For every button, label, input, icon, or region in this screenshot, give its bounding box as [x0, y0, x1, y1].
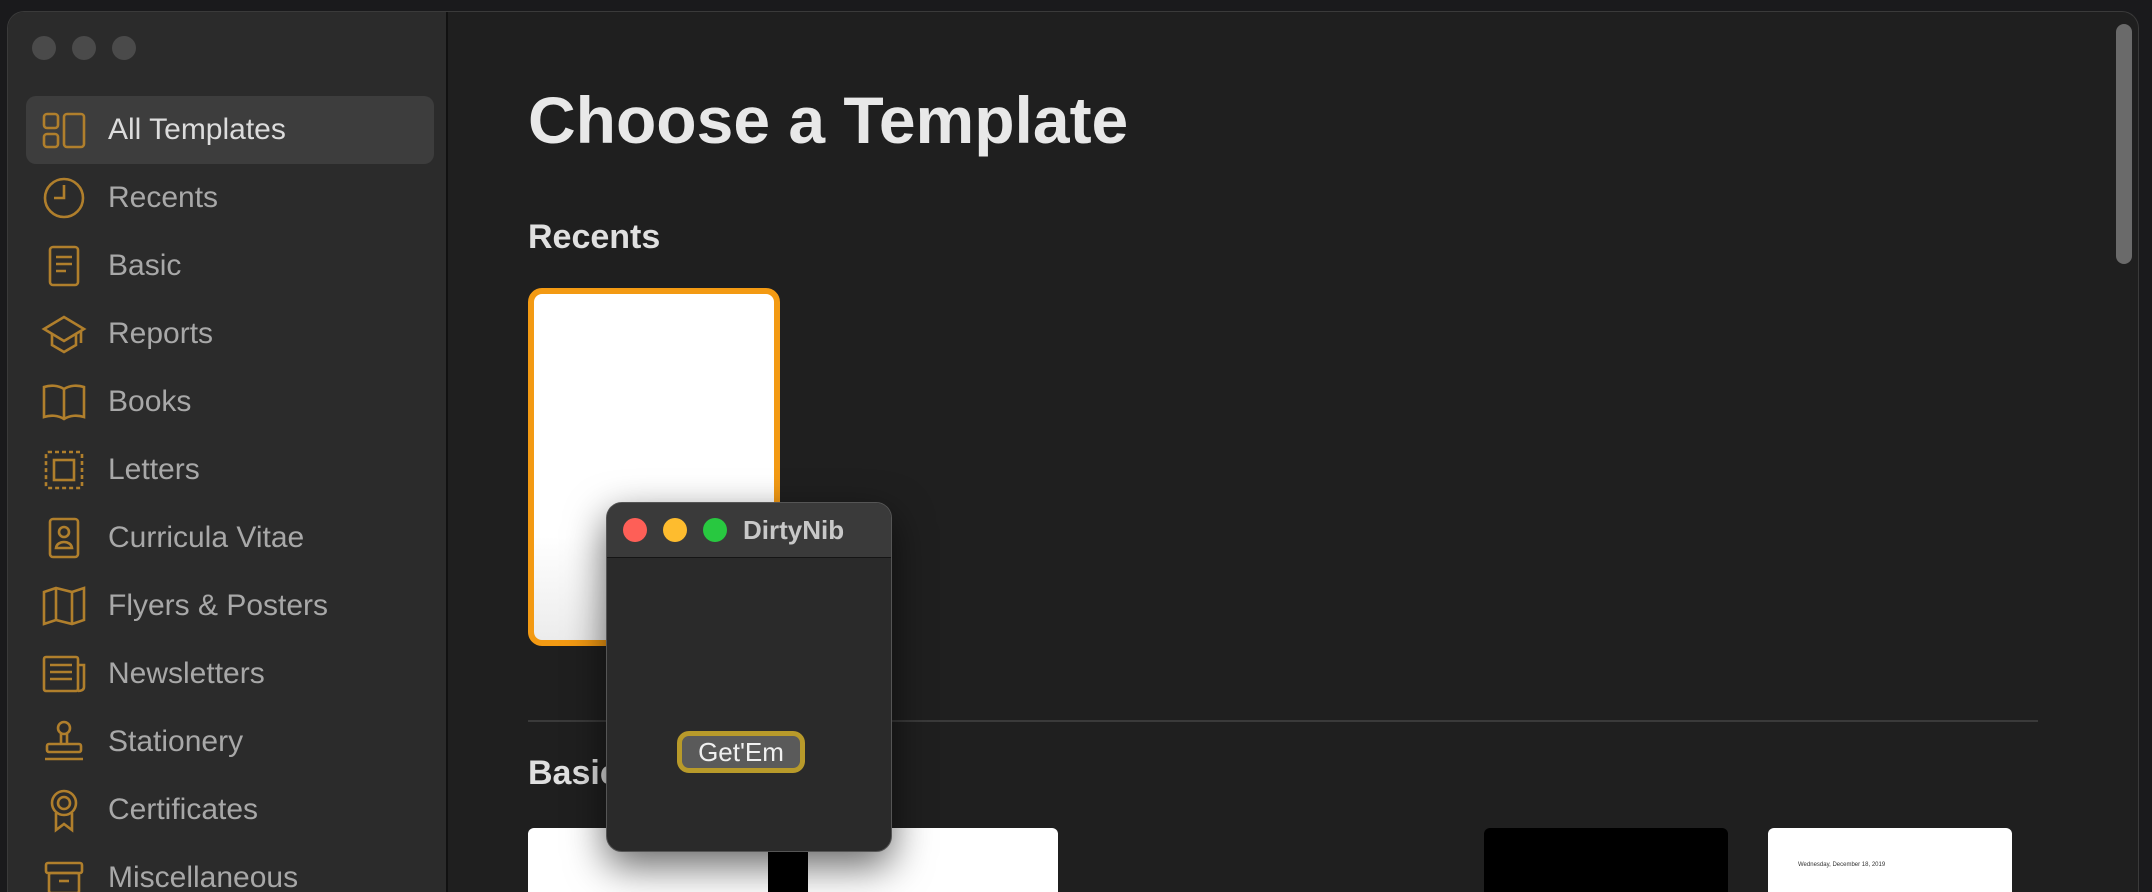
vertical-scrollbar[interactable] [2116, 24, 2132, 264]
book-icon [40, 378, 88, 426]
basic-template-thumbnail[interactable] [1484, 828, 1728, 892]
sidebar-list: All Templates Recents Basic Reports Book… [26, 96, 434, 892]
graduation-cap-icon [40, 310, 88, 358]
templates-icon [40, 106, 88, 154]
sidebar-item-label: Reports [108, 317, 214, 350]
sidebar-item-label: Certificates [108, 793, 259, 826]
sidebar-item-label: Miscellaneous [108, 861, 299, 892]
map-icon [40, 582, 88, 630]
dialog-title: DirtyNib [743, 515, 845, 545]
sidebar-item-label: Letters [108, 453, 200, 486]
getem-button[interactable]: Get'Em [677, 731, 805, 773]
document-icon [40, 242, 88, 290]
drawer-icon [40, 854, 88, 892]
dialog-close-button[interactable] [623, 518, 647, 542]
page-title: Choose a Template [528, 83, 1129, 157]
dialog-titlebar[interactable]: DirtyNib [607, 503, 891, 558]
dirtynib-window: DirtyNib Get'Em [606, 502, 892, 852]
newspaper-icon [40, 650, 88, 698]
basic-template-thumbnail[interactable]: Wednesday, December 18, 2019 [1768, 828, 2012, 892]
sidebar-item-curricula-vitae[interactable]: Curricula Vitae [26, 504, 434, 572]
sidebar-item-label: Recents [108, 181, 219, 214]
ribbon-icon [40, 786, 88, 834]
sidebar-item-label: Basic [108, 249, 182, 282]
window-controls [32, 36, 136, 60]
sidebar-item-label: Stationery [108, 725, 244, 758]
clock-icon [40, 174, 88, 222]
stamp-letter-icon [40, 446, 88, 494]
sidebar-item-newsletters[interactable]: Newsletters [26, 640, 434, 708]
sidebar-item-books[interactable]: Books [26, 368, 434, 436]
rubber-stamp-icon [40, 718, 88, 766]
minimize-window-button[interactable] [72, 36, 96, 60]
dialog-minimize-button[interactable] [663, 518, 687, 542]
sidebar-item-label: Curricula Vitae [108, 521, 305, 554]
sidebar-item-letters[interactable]: Letters [26, 436, 434, 504]
sidebar-item-all-templates[interactable]: All Templates [26, 96, 434, 164]
close-window-button[interactable] [32, 36, 56, 60]
thumbnail-date-text: Wednesday, December 18, 2019 [1798, 862, 1886, 868]
zoom-window-button[interactable] [112, 36, 136, 60]
sidebar-item-label: Books [108, 385, 192, 418]
sidebar: All Templates Recents Basic Reports Book… [8, 12, 448, 892]
sidebar-item-flyers-posters[interactable]: Flyers & Posters [26, 572, 434, 640]
sidebar-item-recents[interactable]: Recents [26, 164, 434, 232]
sidebar-item-miscellaneous[interactable]: Miscellaneous [26, 844, 434, 892]
sidebar-item-label: Newsletters [108, 657, 265, 690]
pages-template-window: All Templates Recents Basic Reports Book… [8, 12, 2138, 892]
dialog-window-controls [623, 518, 727, 542]
sidebar-item-label: Flyers & Posters [108, 589, 329, 622]
sidebar-item-certificates[interactable]: Certificates [26, 776, 434, 844]
sidebar-item-stationery[interactable]: Stationery [26, 708, 434, 776]
dialog-zoom-button[interactable] [703, 518, 727, 542]
recents-heading: Recents [528, 218, 661, 256]
sidebar-item-reports[interactable]: Reports [26, 300, 434, 368]
sidebar-item-basic[interactable]: Basic [26, 232, 434, 300]
badge-person-icon [40, 514, 88, 562]
sidebar-item-label: All Templates [108, 113, 286, 146]
